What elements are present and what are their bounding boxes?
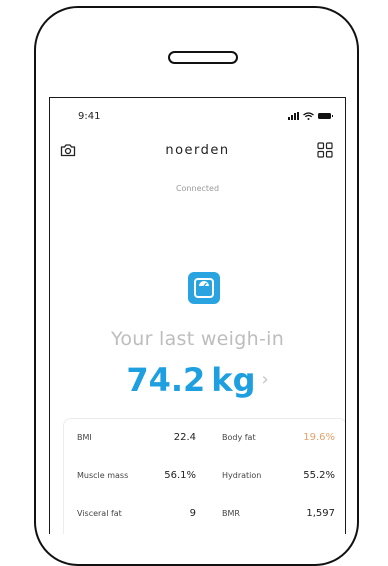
connection-status: Connected [175, 184, 220, 193]
metric-label-bmr: BMR [222, 509, 240, 518]
status-icons [288, 112, 333, 120]
metric-label-visceral-fat: Visceral fat [77, 509, 122, 518]
scale-icon [188, 272, 220, 304]
metric-label-bmi: BMI [77, 433, 92, 442]
phone-speaker [168, 51, 238, 64]
metric-label-muscle-mass: Muscle mass [77, 471, 129, 480]
wifi-icon [303, 112, 314, 120]
grid-menu-icon[interactable] [317, 142, 333, 158]
metric-value-body-fat: 19.6% [303, 432, 335, 443]
brand-logo: noerden [165, 143, 230, 158]
metric-label-body-fat: Body fat [222, 433, 256, 442]
metric-value-bmi: 22.4 [173, 432, 196, 443]
metric-value-visceral-fat: 9 [189, 508, 196, 519]
status-time: 9:41 [78, 111, 101, 122]
weight-display[interactable]: 74.2 kg › [50, 361, 345, 399]
weight-unit: kg [211, 361, 256, 399]
metric-label-hydration: Hydration [222, 471, 262, 480]
metric-value-muscle-mass: 56.1% [164, 470, 196, 481]
app-screen: 9:41 noerden Connected Your last weigh-i… [49, 97, 346, 534]
last-weigh-in-caption: Your last weigh-in [110, 328, 285, 350]
metric-value-bmr: 1,597 [306, 508, 335, 519]
chevron-right-icon[interactable]: › [261, 369, 268, 390]
weight-value: 74.2 [126, 361, 206, 399]
battery-icon [318, 113, 333, 119]
signal-icon [288, 112, 299, 120]
metrics-card: BMI 22.4 Body fat 19.6% Muscle mass 56.1… [63, 418, 345, 534]
metric-value-hydration: 55.2% [303, 470, 335, 481]
